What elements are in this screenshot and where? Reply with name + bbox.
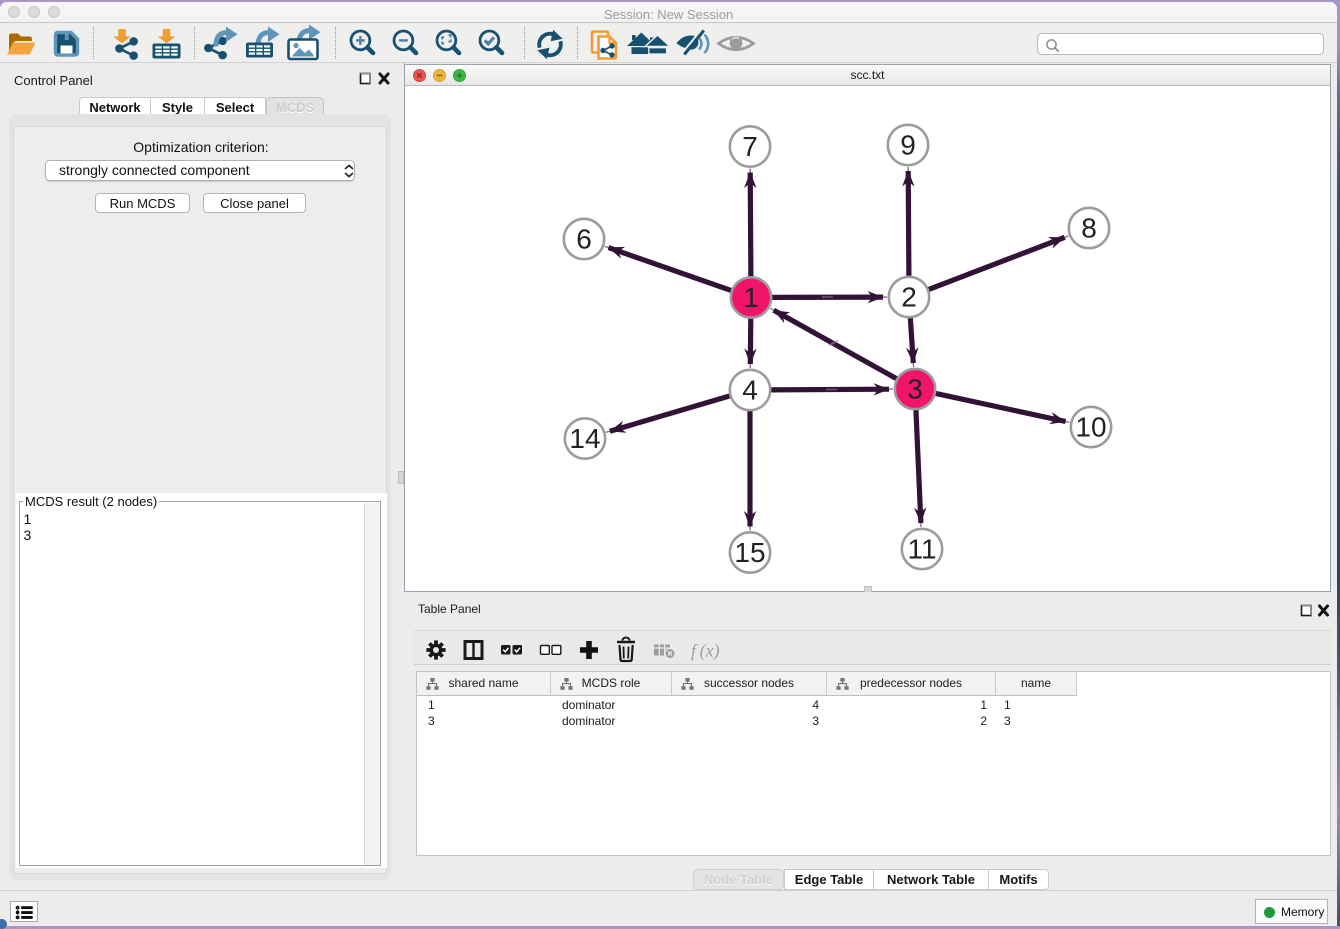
- svg-text:6: 6: [576, 224, 592, 255]
- svg-text:7: 7: [742, 131, 758, 162]
- svg-text:4: 4: [742, 375, 758, 406]
- svg-text:8: 8: [1081, 213, 1097, 244]
- svg-text:14: 14: [569, 423, 600, 454]
- svg-text:9: 9: [900, 130, 916, 161]
- svg-text:15: 15: [734, 537, 765, 568]
- svg-text:1: 1: [743, 282, 759, 313]
- svg-text:10: 10: [1075, 412, 1106, 443]
- svg-text:11: 11: [907, 534, 936, 565]
- svg-text:f (x): f (x): [691, 641, 720, 662]
- svg-text:2: 2: [901, 282, 917, 313]
- svg-text:3: 3: [907, 374, 923, 405]
